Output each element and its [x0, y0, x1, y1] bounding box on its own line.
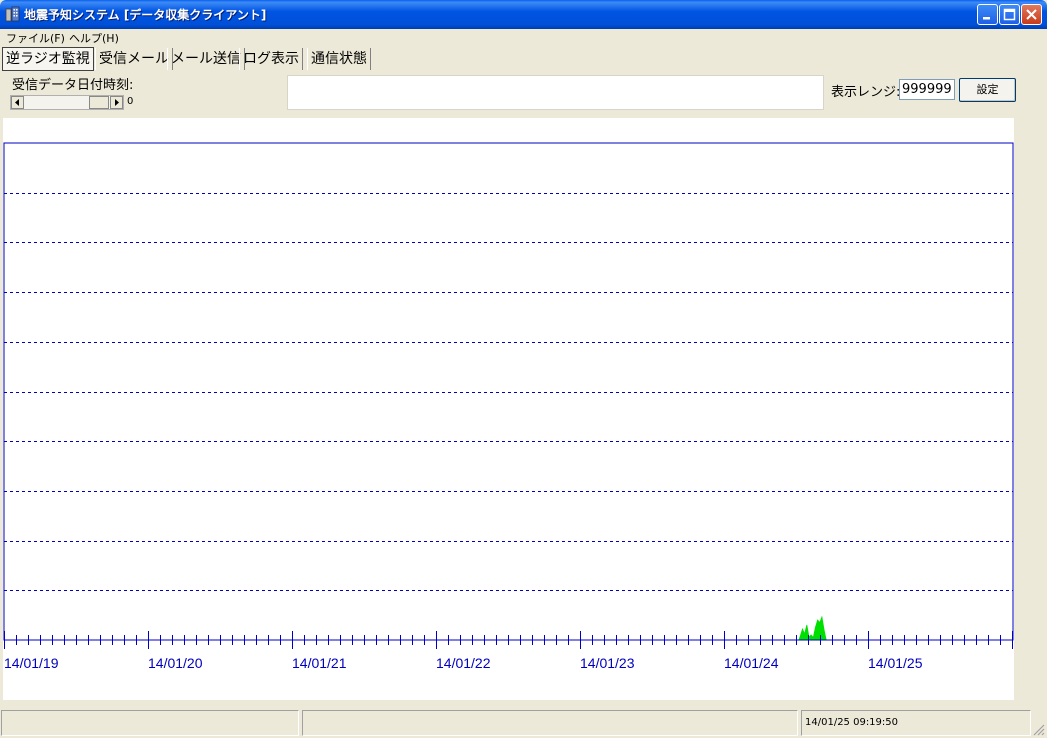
- x-tick-label: 14/01/21: [292, 655, 347, 671]
- window-title: 地震予知システム [データ収集クライアント]: [24, 8, 267, 22]
- tab-send-mail[interactable]: メール送信: [167, 48, 245, 70]
- info-display-box: [287, 75, 824, 110]
- arrow-left-icon: [15, 99, 19, 106]
- date-scrollbar[interactable]: [10, 95, 124, 110]
- maximize-button[interactable]: [999, 4, 1020, 25]
- arrow-right-icon: [115, 99, 119, 106]
- series-area: [798, 615, 827, 641]
- scroll-left-button[interactable]: [11, 96, 24, 109]
- maximize-icon: [1003, 8, 1016, 21]
- status-bar: 14/01/25 09:19:50: [0, 708, 1047, 738]
- set-button[interactable]: 設定: [959, 78, 1016, 102]
- x-tick-label: 14/01/20: [148, 655, 203, 671]
- menu-file[interactable]: ファイル(F): [6, 30, 65, 46]
- close-icon: [1026, 9, 1037, 20]
- status-datetime: 14/01/25 09:19:50: [801, 710, 1031, 736]
- tab-comm-status[interactable]: 通信状態: [307, 48, 371, 70]
- tab-strip: 逆ラジオ監視 受信メール メール送信 ログ表示 通信状態: [0, 47, 1047, 71]
- plot-border: [3, 142, 1014, 641]
- resize-grip-icon[interactable]: [1033, 724, 1045, 736]
- minimize-button[interactable]: [977, 4, 998, 25]
- x-tick-label: 14/01/25: [868, 655, 923, 671]
- scroll-value: 0: [127, 96, 134, 107]
- app-icon: [5, 6, 20, 22]
- radio-monitor-chart: 14/01/19 14/01/20 14/01/21 14/01/22 14/01/23…: [3, 142, 1014, 671]
- display-range-input[interactable]: [899, 79, 955, 100]
- x-tick-label: 14/01/22: [436, 655, 491, 671]
- x-tick-label: 14/01/23: [580, 655, 635, 671]
- close-button[interactable]: [1021, 4, 1042, 25]
- menu-help[interactable]: ヘルプ(H): [69, 30, 119, 46]
- display-range-label: 表示レンジ:: [831, 85, 901, 100]
- scroll-right-button[interactable]: [110, 96, 123, 109]
- received-datetime-label: 受信データ日付時刻:: [12, 78, 134, 93]
- scroll-thumb[interactable]: [89, 96, 109, 109]
- status-pane-2: [302, 710, 798, 736]
- x-tick-label: 14/01/19: [4, 655, 59, 671]
- menu-bar: ファイル(F) ヘルプ(H): [0, 29, 1047, 46]
- tab-reverse-radio[interactable]: 逆ラジオ監視: [2, 47, 94, 71]
- status-pane-1: [1, 710, 299, 736]
- title-bar: 地震予知システム [データ収集クライアント]: [0, 0, 1047, 29]
- tab-received-mail[interactable]: 受信メール: [95, 48, 173, 70]
- minimize-icon: [983, 17, 990, 20]
- chart-panel: 14/01/19 14/01/20 14/01/21 14/01/22 14/01/23…: [3, 118, 1014, 700]
- tab-log[interactable]: ログ表示: [239, 48, 303, 70]
- x-tick-label: 14/01/24: [724, 655, 779, 671]
